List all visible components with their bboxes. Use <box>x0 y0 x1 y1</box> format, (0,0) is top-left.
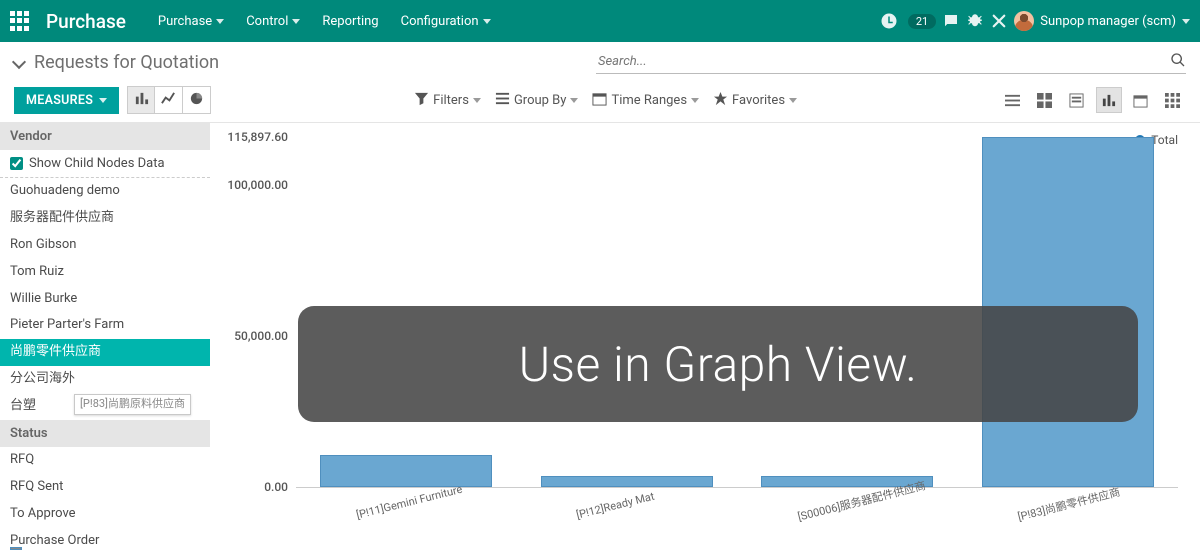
y-tick-label: 50,000.00 <box>216 329 288 343</box>
timeranges-button[interactable]: Time Ranges <box>592 91 699 110</box>
show-child-label: Show Child Nodes Data <box>29 156 165 171</box>
nav-control[interactable]: Control <box>238 10 308 33</box>
bar-chart-icon <box>134 91 149 110</box>
sidebar-status-header[interactable]: Status <box>0 420 210 447</box>
sidebar-status-item[interactable]: To Approve <box>0 501 210 528</box>
user-name[interactable]: Sunpop manager (scm) <box>1040 14 1176 29</box>
show-child-checkbox[interactable] <box>10 157 23 170</box>
favorites-button[interactable]: Favorites <box>713 91 797 110</box>
nav-configuration[interactable]: Configuration <box>393 10 499 33</box>
avatar[interactable] <box>1014 11 1034 31</box>
y-tick-label: 115,897.60 <box>216 130 288 144</box>
measures-label: MEASURES <box>26 93 93 108</box>
search-input[interactable] <box>596 50 1170 73</box>
sidebar-show-child[interactable]: Show Child Nodes Data <box>0 150 210 178</box>
sidebar-vendor-item[interactable]: 尚鹏零件供应商 <box>0 339 210 366</box>
y-tick-label: 100,000.00 <box>216 178 288 192</box>
sidebar-status-item[interactable]: RFQ <box>0 447 210 474</box>
caret-down-icon <box>483 19 491 24</box>
sidebar-vendor-item[interactable]: Pieter Parter's Farm <box>0 312 210 339</box>
nav-purchase[interactable]: Purchase <box>150 10 232 33</box>
chart-type-line[interactable] <box>155 86 183 114</box>
sidebar-status-item[interactable]: RFQ Sent <box>0 474 210 501</box>
chevron-down-icon[interactable] <box>12 55 26 69</box>
nav-label: Configuration <box>401 14 479 29</box>
overlay-text: Use in Graph View. <box>519 336 918 393</box>
search-icon[interactable] <box>1170 52 1186 72</box>
favorites-label: Favorites <box>732 93 785 108</box>
view-list[interactable] <box>1000 87 1026 113</box>
chart-type-pie[interactable] <box>183 86 211 114</box>
measures-button[interactable]: MEASURES <box>14 87 119 114</box>
sidebar-vendor-item[interactable]: 分公司海外[P!83]尚鹏原料供应商 <box>0 366 210 393</box>
view-form[interactable] <box>1064 87 1090 113</box>
list-icon <box>495 91 510 110</box>
sidebar-vendor-item[interactable]: 服务器配件供应商 <box>0 205 210 232</box>
close-icon[interactable] <box>990 12 1008 30</box>
caret-down-icon <box>570 98 578 103</box>
view-calendar[interactable] <box>1128 87 1154 113</box>
search-box[interactable] <box>596 50 1186 74</box>
groupby-button[interactable]: Group By <box>495 91 579 110</box>
nav-label: Reporting <box>322 14 378 29</box>
nav-label: Purchase <box>158 14 212 29</box>
star-icon <box>713 91 728 110</box>
sidebar-vendor-item[interactable]: Ron Gibson <box>0 232 210 259</box>
sidebar-status-item[interactable]: Purchase Order <box>0 528 210 545</box>
chat-icon[interactable] <box>942 12 960 30</box>
groupby-label: Group By <box>514 93 567 108</box>
bug-icon[interactable] <box>966 12 984 30</box>
caret-down-icon <box>789 98 797 103</box>
view-kanban[interactable] <box>1032 87 1058 113</box>
timeranges-label: Time Ranges <box>611 93 687 108</box>
sidebar-header-label: Vendor <box>10 129 52 144</box>
nav-reporting[interactable]: Reporting <box>314 10 386 33</box>
sidebar-vendor-item[interactable]: Willie Burke <box>0 286 210 313</box>
activity-badge[interactable]: 21 <box>908 14 936 29</box>
view-graph[interactable] <box>1096 87 1122 113</box>
overlay-caption: Use in Graph View. <box>298 306 1138 422</box>
caret-down-icon <box>99 98 107 103</box>
view-pivot[interactable] <box>1160 87 1186 113</box>
x-axis-line <box>296 487 1178 488</box>
app-brand: Purchase <box>46 10 126 33</box>
page-title: Requests for Quotation <box>34 52 219 73</box>
filters-button[interactable]: Filters <box>414 91 481 110</box>
caret-down-icon <box>292 19 300 24</box>
sidebar-header-label: Status <box>10 426 48 441</box>
calendar-icon <box>592 91 607 110</box>
caret-down-icon <box>216 19 224 24</box>
activity-icon[interactable] <box>880 12 898 30</box>
sidebar-vendor-item[interactable]: 台塑 <box>0 393 210 420</box>
nav-label: Control <box>246 14 288 29</box>
sidebar-vendor-item[interactable]: Guohuadeng demo <box>0 178 210 205</box>
chart-type-bar[interactable] <box>127 86 155 114</box>
caret-down-icon <box>1182 19 1190 24</box>
line-chart-icon <box>161 91 176 110</box>
sidebar-vendor-header[interactable]: Vendor <box>0 123 210 150</box>
caret-down-icon <box>691 98 699 103</box>
apps-icon[interactable] <box>10 11 30 31</box>
filter-icon <box>414 91 429 110</box>
filters-label: Filters <box>433 93 469 108</box>
y-tick-label: 0.00 <box>216 480 288 494</box>
sidebar-vendor-item[interactable]: Tom Ruiz <box>0 259 210 286</box>
pie-chart-icon <box>189 91 204 110</box>
caret-down-icon <box>473 98 481 103</box>
